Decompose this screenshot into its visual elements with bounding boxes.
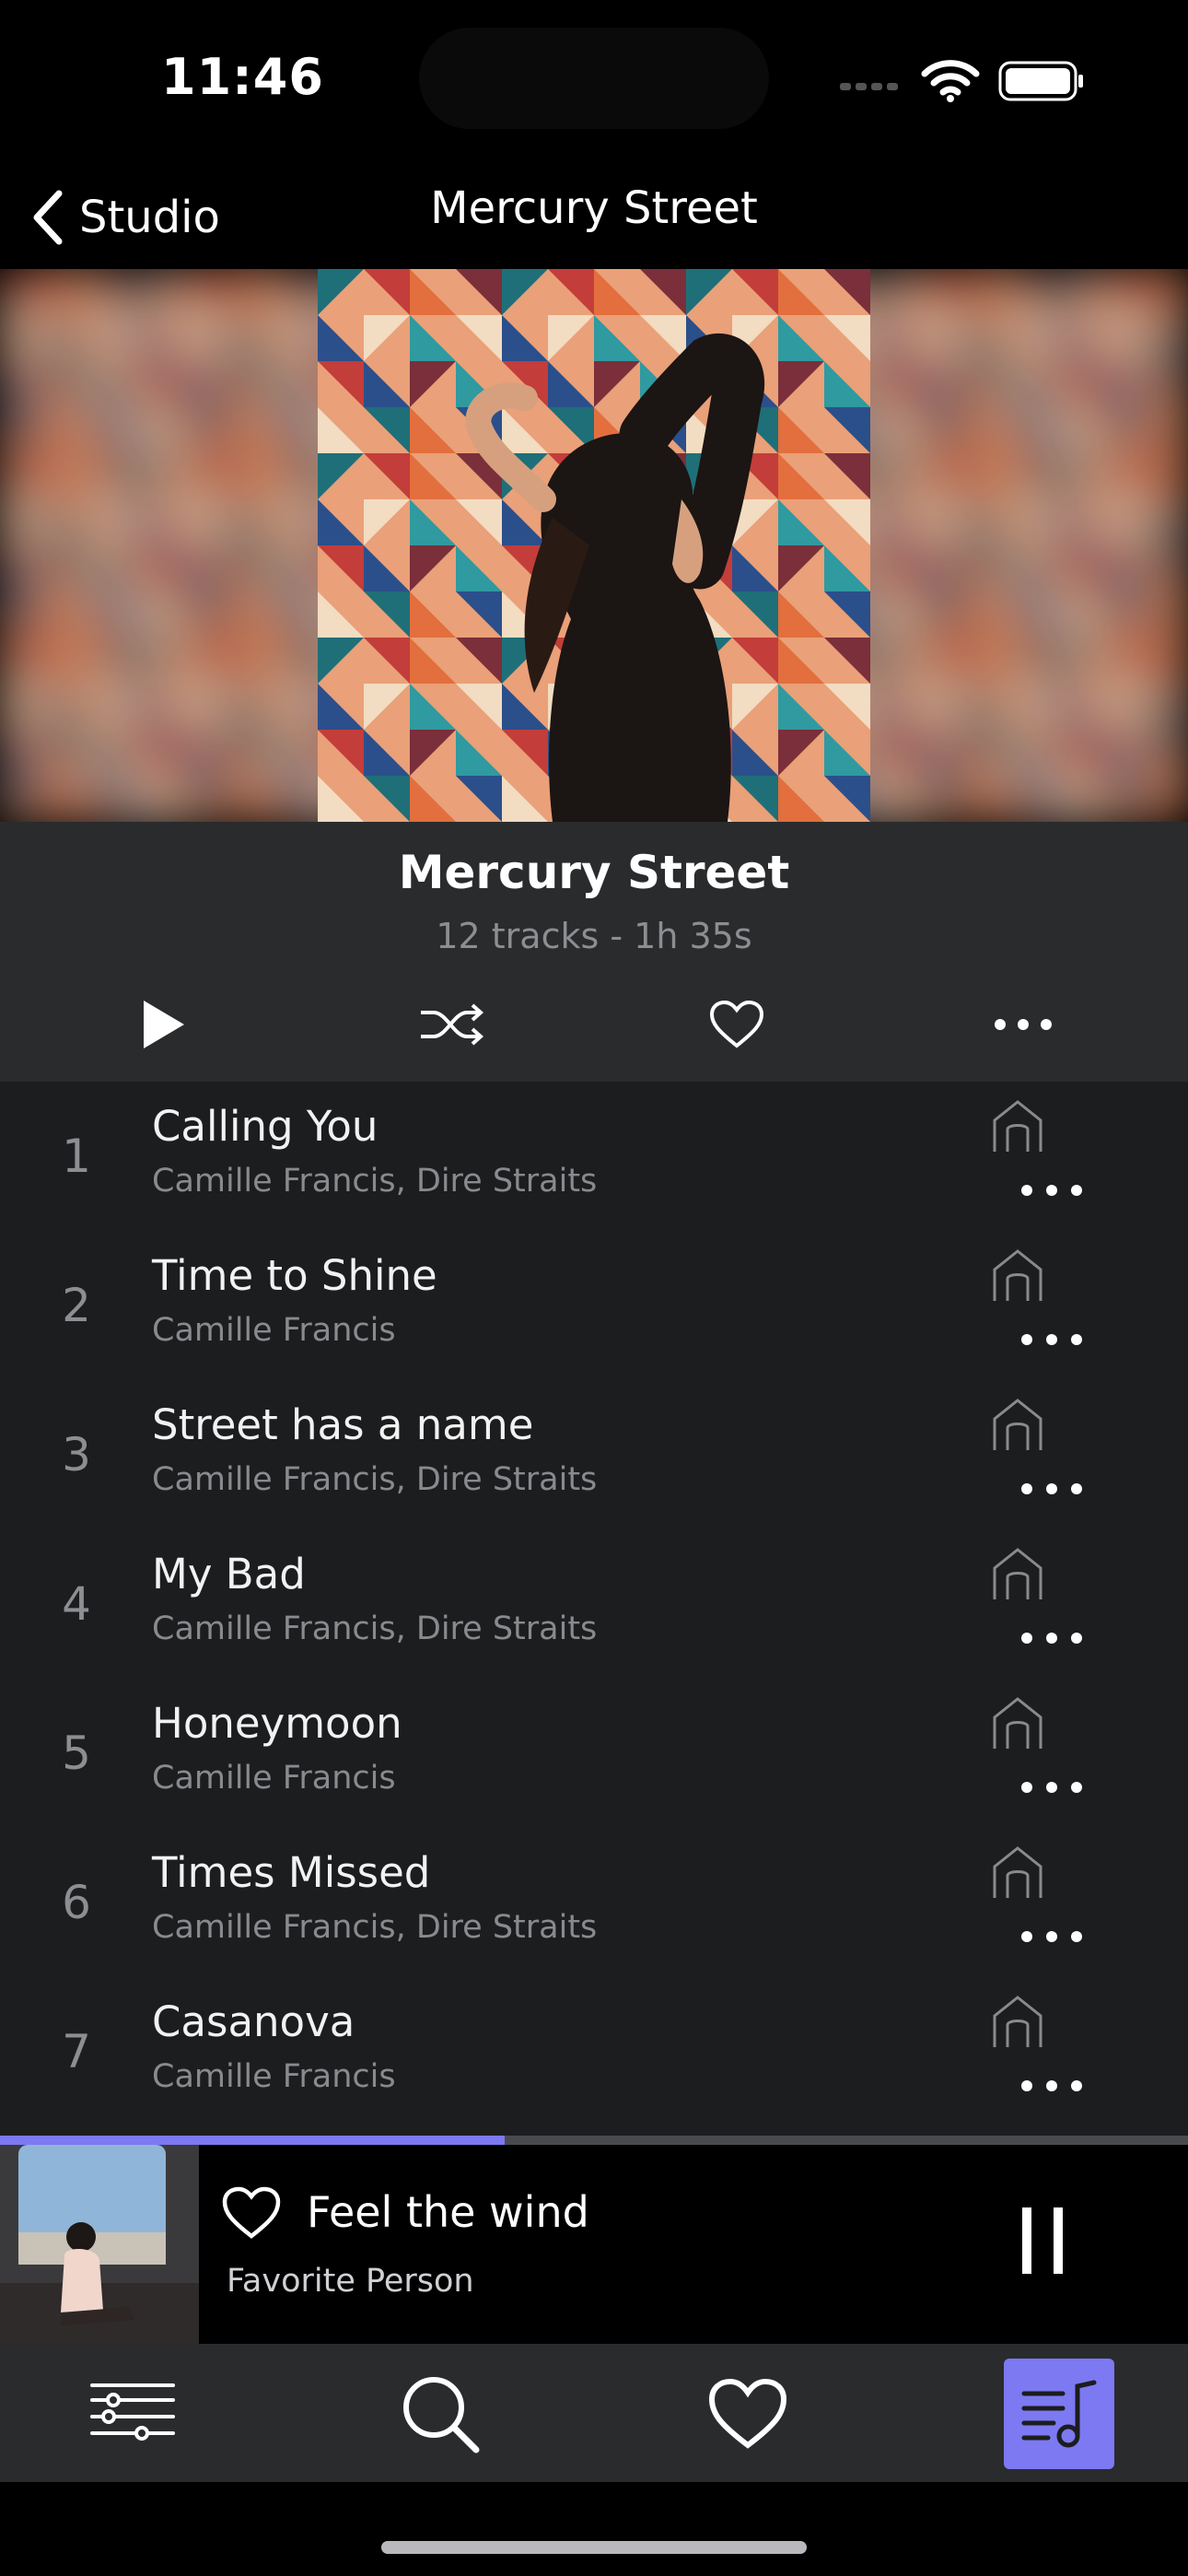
home-icon[interactable] (989, 1844, 1046, 1902)
home-icon[interactable] (989, 1247, 1046, 1305)
track-artist: Camille Francis, Dire Straits (152, 1909, 598, 1946)
heart-icon[interactable] (221, 2185, 282, 2241)
tab-filters[interactable] (77, 2359, 188, 2469)
track-row[interactable]: 1 Calling You Camille Francis, Dire Stra… (0, 1082, 1188, 1231)
dynamic-island (419, 28, 769, 129)
now-playing-cover (0, 2145, 199, 2344)
track-artist: Camille Francis, Dire Straits (152, 1163, 598, 1200)
track-row[interactable]: 2 Time to Shine Camille Francis (0, 1231, 1188, 1380)
track-artist: Camille Francis (152, 2058, 396, 2095)
track-list: 1 Calling You Camille Francis, Dire Stra… (0, 1082, 1188, 2136)
track-row[interactable]: 3 Street has a name Camille Francis, Dir… (0, 1380, 1188, 1529)
heart-icon (709, 1000, 764, 1048)
track-artist: Camille Francis (152, 1760, 396, 1797)
track-title: Calling You (152, 1102, 379, 1151)
track-title: Honeymoon (152, 1699, 402, 1748)
status-time: 11:46 (161, 48, 324, 106)
track-number: 7 (62, 2025, 91, 2078)
track-row[interactable]: 4 My Bad Camille Francis, Dire Straits (0, 1529, 1188, 1679)
track-number: 4 (62, 1577, 91, 1631)
pause-icon (1054, 2207, 1063, 2274)
equalizer-icon (90, 2383, 175, 2441)
home-icon[interactable] (989, 1397, 1046, 1454)
track-row[interactable]: 6 Times Missed Camille Francis, Dire Str… (0, 1828, 1188, 1977)
wifi-icon (921, 60, 980, 102)
track-title: Time to Shine (152, 1251, 437, 1300)
home-icon[interactable] (989, 1098, 1046, 1155)
page-title: Mercury Street (430, 182, 758, 234)
track-number: 6 (62, 1876, 91, 1929)
track-number: 2 (62, 1279, 91, 1332)
album-title: Mercury Street (398, 846, 790, 899)
cellular-signal-icon (840, 83, 898, 90)
album-artwork-banner (0, 269, 1188, 822)
track-title: Street has a name (152, 1400, 534, 1449)
album-more-button[interactable] (977, 988, 1069, 1061)
playback-progress-bar[interactable] (0, 2136, 1188, 2145)
home-icon[interactable] (989, 1994, 1046, 2051)
album-meta: 12 tracks - 1h 35s (436, 916, 752, 956)
pause-icon (1022, 2207, 1031, 2274)
track-more-icon[interactable] (1018, 2069, 1086, 2102)
track-artist: Camille Francis, Dire Straits (152, 1610, 598, 1647)
home-icon[interactable] (989, 1546, 1046, 1603)
now-playing-artist: Favorite Person (227, 2263, 474, 2300)
like-album-button[interactable] (691, 988, 783, 1061)
track-title: My Bad (152, 1550, 306, 1598)
shuffle-icon (421, 1003, 483, 1046)
track-more-icon[interactable] (1018, 1771, 1086, 1804)
track-number: 3 (62, 1428, 91, 1481)
shuffle-button[interactable] (405, 988, 497, 1061)
track-row[interactable]: 5 Honeymoon Camille Francis (0, 1679, 1188, 1828)
now-playing-artwork (0, 2145, 199, 2344)
tab-search[interactable] (385, 2359, 495, 2469)
search-icon (403, 2377, 480, 2453)
album-cover (0, 269, 1188, 822)
heart-icon (708, 2378, 787, 2449)
track-more-icon[interactable] (1018, 1323, 1086, 1356)
track-title: Times Missed (152, 1848, 431, 1897)
more-icon (995, 1019, 1052, 1030)
home-icon[interactable] (989, 1695, 1046, 1752)
home-indicator (381, 2541, 807, 2554)
play-icon (144, 1001, 184, 1048)
now-playing-title: Feel the wind (307, 2187, 589, 2237)
track-more-icon[interactable] (1018, 1472, 1086, 1505)
track-artist: Camille Francis (152, 1312, 396, 1349)
tab-favorites[interactable] (693, 2359, 803, 2469)
track-number: 5 (62, 1727, 91, 1780)
track-more-icon[interactable] (1018, 1920, 1086, 1953)
pause-button[interactable] (1022, 2207, 1063, 2290)
track-title: Casanova (152, 1997, 355, 2046)
playback-progress-fill (0, 2136, 506, 2145)
tab-playlist[interactable] (1004, 2359, 1114, 2469)
track-row[interactable]: 7 Casanova Camille Francis (0, 1977, 1188, 2126)
play-button[interactable] (117, 988, 209, 1061)
track-artist: Camille Francis, Dire Straits (152, 1461, 598, 1498)
playlist-icon (1021, 2380, 1097, 2448)
track-more-icon[interactable] (1018, 1174, 1086, 1207)
track-number: 1 (62, 1130, 91, 1183)
battery-icon (998, 61, 1083, 101)
track-more-icon[interactable] (1018, 1622, 1086, 1655)
